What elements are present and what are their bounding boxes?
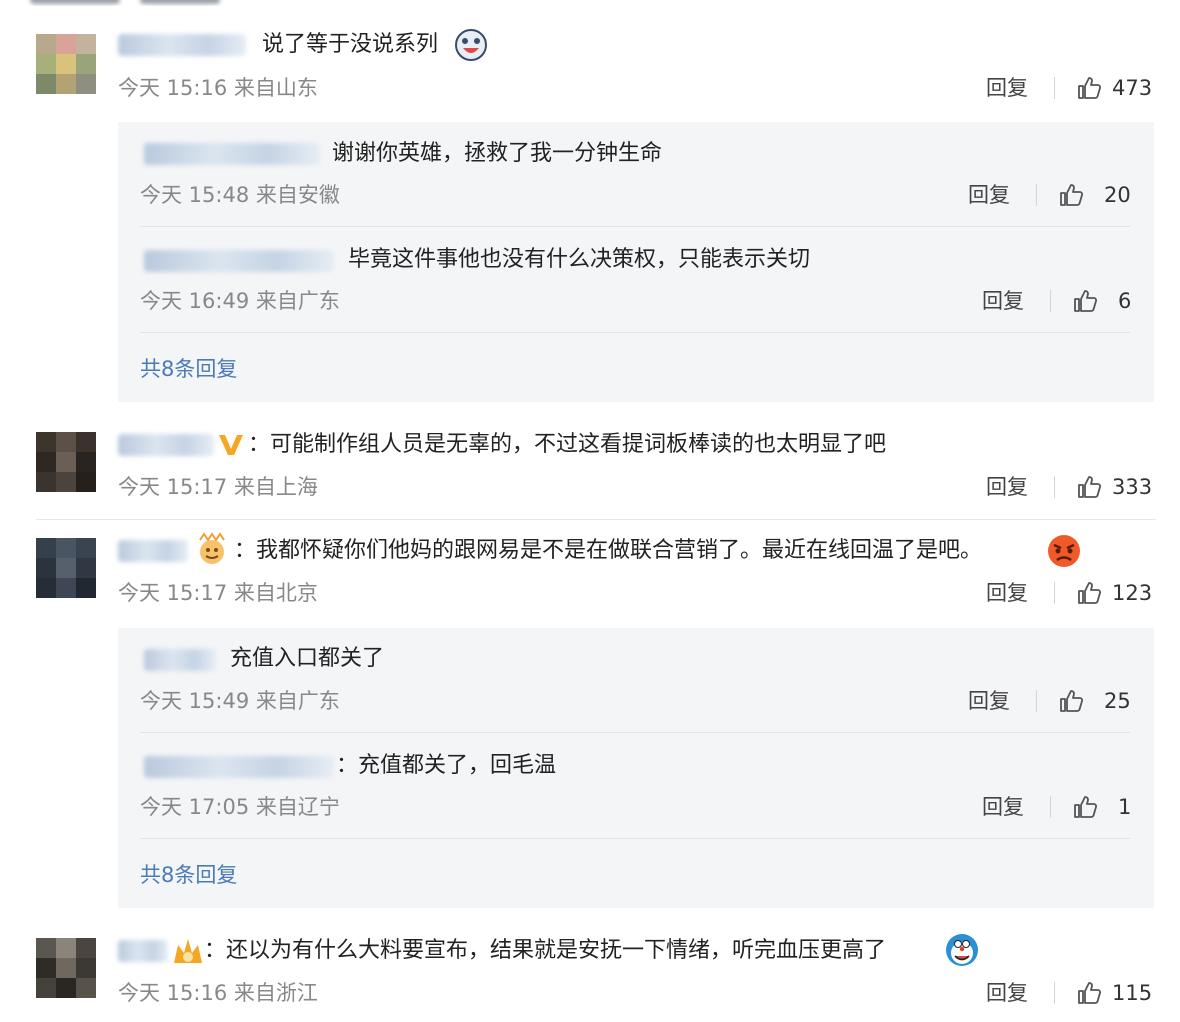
thumbs-up-icon[interactable]	[1072, 794, 1098, 820]
divider	[1054, 77, 1055, 99]
divider	[1054, 582, 1055, 604]
comment-meta: 今天 15:16 来自浙江	[118, 981, 318, 1005]
like-count: 123	[1112, 581, 1153, 605]
reply-button[interactable]: 回复	[986, 579, 1028, 607]
verified-v-icon	[219, 435, 243, 455]
avatar[interactable]	[36, 938, 96, 998]
divider	[1054, 476, 1055, 498]
badge-icon	[199, 532, 225, 564]
more-replies-link[interactable]: 共8条回复	[140, 861, 237, 889]
username-blurred[interactable]	[144, 649, 216, 671]
divider	[1036, 184, 1037, 206]
laughing-emoji-icon	[455, 29, 487, 61]
username-blurred[interactable]	[118, 540, 188, 562]
divider	[140, 732, 1130, 733]
like-count: 473	[1112, 76, 1153, 100]
username-blurred[interactable]	[144, 250, 334, 272]
thumbs-up-icon[interactable]	[1076, 75, 1102, 101]
reply-button[interactable]: 回复	[986, 473, 1028, 501]
reply-button[interactable]: 回复	[986, 74, 1028, 102]
like-count: 115	[1112, 981, 1153, 1005]
sub-reply-meta: 今天 15:48 来自安徽	[140, 183, 340, 207]
divider	[1050, 796, 1051, 818]
divider	[140, 332, 1130, 333]
thumbs-up-icon[interactable]	[1058, 182, 1084, 208]
divider	[140, 226, 1130, 227]
cropped-top-strip	[0, 0, 1180, 6]
comment-meta: 今天 15:17 来自上海	[118, 475, 318, 499]
avatar[interactable]	[36, 538, 96, 598]
like-count: 20	[1104, 183, 1131, 207]
divider	[1054, 982, 1055, 1004]
comment-text: ：可能制作组人员是无辜的，不过这看提词板棒读的也太明显了吧	[248, 432, 887, 457]
username-blurred[interactable]	[118, 434, 214, 456]
divider	[1036, 690, 1037, 712]
thumbs-up-icon[interactable]	[1076, 474, 1102, 500]
reply-button[interactable]: 回复	[982, 793, 1024, 821]
doraemon-emoji-icon	[946, 934, 978, 966]
thumbs-up-icon[interactable]	[1076, 580, 1102, 606]
like-count: 333	[1112, 475, 1153, 499]
sub-reply-meta: 今天 17:05 来自辽宁	[140, 795, 340, 819]
sub-reply-text: 充值入口都关了	[230, 646, 385, 671]
badge-icon	[174, 939, 202, 963]
like-count: 6	[1118, 289, 1132, 313]
reply-button[interactable]: 回复	[982, 287, 1024, 315]
reply-button[interactable]: 回复	[968, 687, 1010, 715]
username-blurred[interactable]	[118, 34, 246, 56]
divider	[1050, 290, 1051, 312]
username-blurred[interactable]	[144, 143, 320, 165]
username-blurred[interactable]	[144, 756, 334, 778]
sub-reply-meta: 今天 15:49 来自广东	[140, 689, 340, 713]
comment-meta: 今天 15:16 来自山东	[118, 76, 318, 100]
sub-reply-meta: 今天 16:49 来自广东	[140, 289, 340, 313]
username-blurred[interactable]	[118, 940, 168, 962]
reply-button[interactable]: 回复	[968, 181, 1010, 209]
sub-reply-text: ：充值都关了，回毛温	[336, 753, 557, 778]
thumbs-up-icon[interactable]	[1076, 980, 1102, 1006]
more-replies-link[interactable]: 共8条回复	[140, 355, 237, 383]
comment-text: 说了等于没说系列	[262, 32, 439, 57]
sub-reply-text: 谢谢你英雄，拯救了我一分钟生命	[332, 141, 663, 166]
divider	[36, 519, 1156, 520]
divider	[140, 838, 1130, 839]
comment-text: ：我都怀疑你们他妈的跟网易是不是在做联合营销了。最近在线回温了是吧。	[234, 538, 983, 563]
avatar[interactable]	[36, 432, 96, 492]
thumbs-up-icon[interactable]	[1058, 688, 1084, 714]
like-count: 25	[1104, 689, 1131, 713]
reply-button[interactable]: 回复	[986, 979, 1028, 1007]
angry-emoji-icon	[1048, 535, 1080, 567]
avatar[interactable]	[36, 34, 96, 94]
thumbs-up-icon[interactable]	[1072, 288, 1098, 314]
comment-text: ：还以为有什么大料要宣布，结果就是安抚一下情绪，听完血压更高了	[204, 938, 887, 963]
like-count: 1	[1118, 795, 1132, 819]
comment-meta: 今天 15:17 来自北京	[118, 581, 318, 605]
sub-reply-text: 毕竟这件事他也没有什么决策权，只能表示关切	[348, 247, 811, 272]
